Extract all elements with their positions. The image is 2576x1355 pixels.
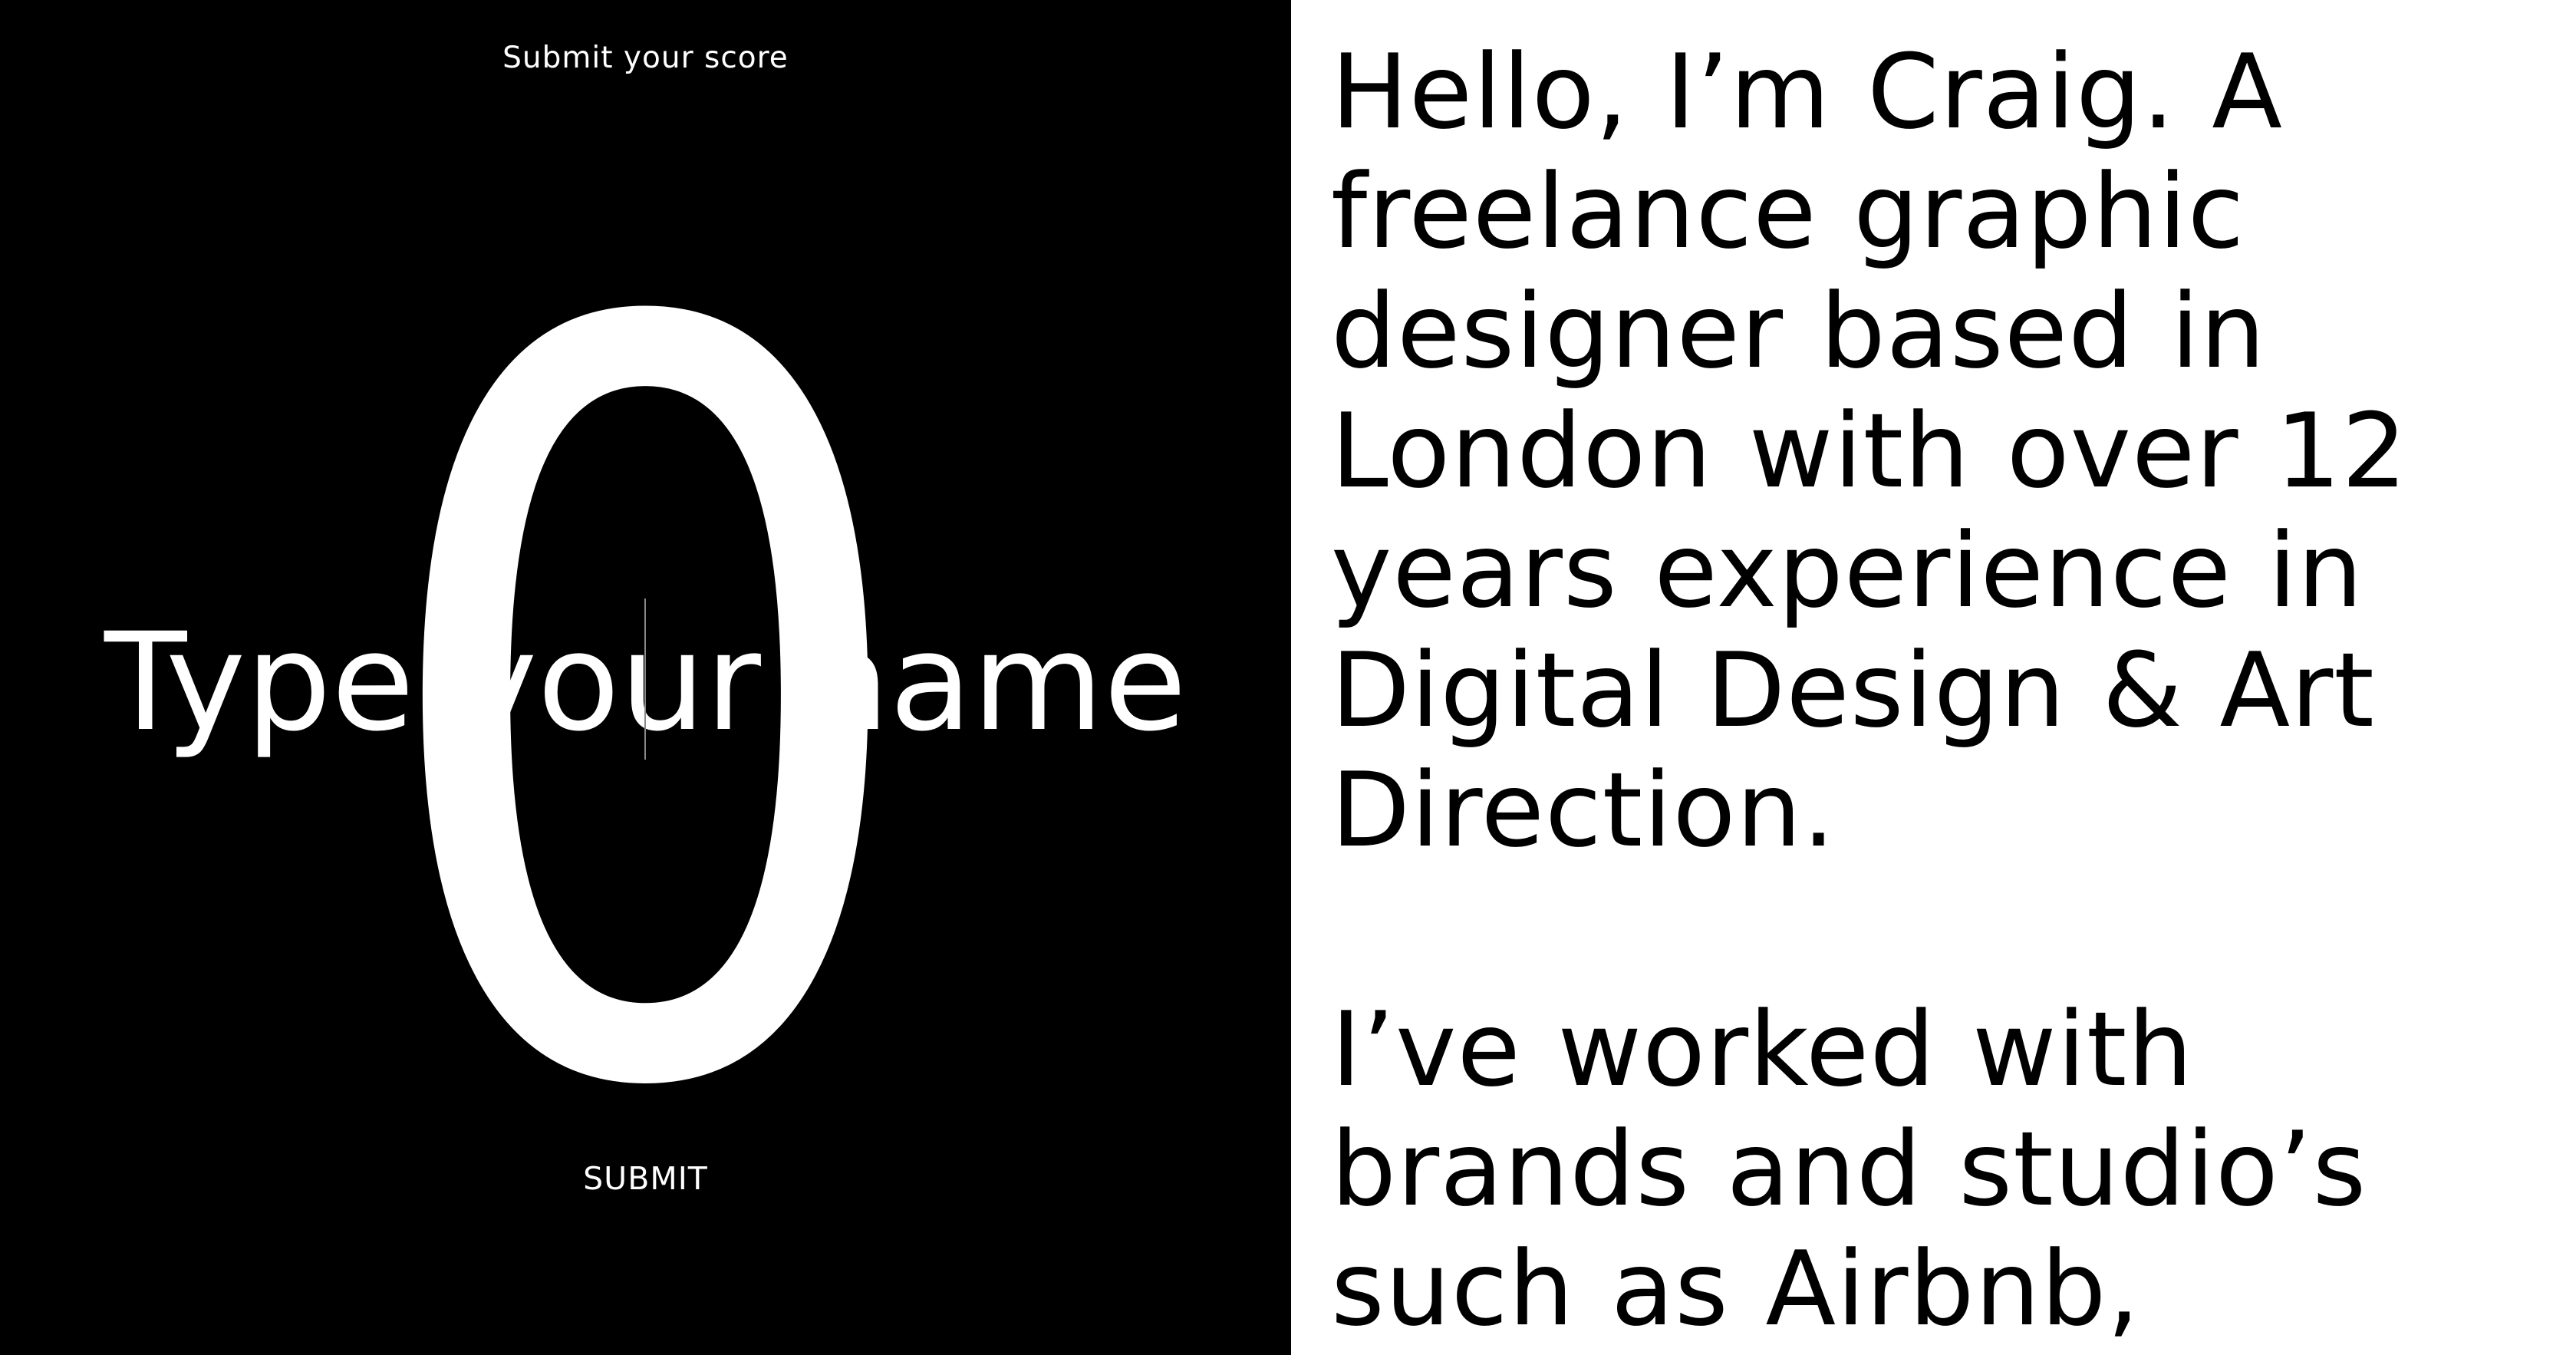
bio-line: Hello, I’m Craig. A <box>1331 32 2283 152</box>
bio-line: freelance graphic <box>1331 152 2245 272</box>
bio-line: Direction. <box>1331 750 1836 870</box>
bio-line: designer based in <box>1331 272 2266 391</box>
text-cursor <box>644 598 646 760</box>
score-submission-panel: Submit your score 0 SUBMIT <box>0 0 1291 1355</box>
bio-panel: Hello, I’m Craig. A freelance graphic de… <box>1291 0 2576 1355</box>
bio-line: London with over 12 <box>1331 391 2408 511</box>
submit-button[interactable]: SUBMIT <box>0 1157 1291 1200</box>
scrollbar[interactable] <box>2559 0 2576 1355</box>
bio-text: Hello, I’m Craig. A freelance graphic de… <box>1331 32 2543 1349</box>
bio-line: brands and studio’s <box>1331 1109 2367 1229</box>
submit-score-heading: Submit your score <box>502 41 789 75</box>
bio-line: years experience in <box>1331 511 2364 631</box>
page: Submit your score 0 SUBMIT Hello, I’m Cr… <box>0 0 2576 1355</box>
bio-line: Digital Design & Art <box>1331 631 2375 750</box>
bio-line: such as Airbnb, <box>1331 1229 2141 1349</box>
bio-line: I’ve worked with <box>1331 990 2194 1109</box>
